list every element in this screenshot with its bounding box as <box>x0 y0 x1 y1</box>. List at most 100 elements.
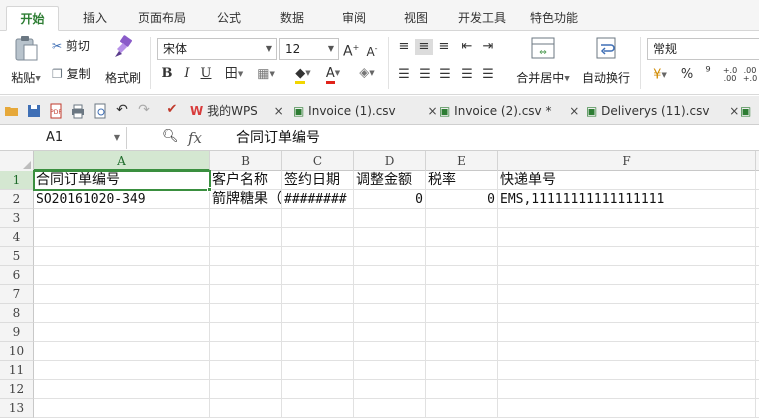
doc-tab-deliverys-11[interactable]: ▣ Deliverys (11).csv × <box>586 98 739 124</box>
column-header-d[interactable]: D <box>354 151 426 171</box>
row-header-9[interactable]: 9 <box>0 323 34 342</box>
column-header-f[interactable]: F <box>498 151 756 171</box>
decrease-font-size-icon[interactable]: A- <box>364 41 380 60</box>
cell-d2[interactable]: 0 <box>354 190 425 209</box>
tab-home[interactable]: 开始 <box>6 6 59 31</box>
close-icon[interactable]: × <box>427 104 437 118</box>
cell-f1[interactable]: 快递单号 <box>498 171 755 190</box>
increase-font-size-icon[interactable]: A+ <box>343 40 359 60</box>
row-header-8[interactable]: 8 <box>0 304 34 323</box>
row-header-6[interactable]: 6 <box>0 266 34 285</box>
tab-insert[interactable]: 插入 <box>70 6 120 31</box>
cell-c2[interactable]: ######## <box>282 190 353 209</box>
cell-c1[interactable]: 签约日期 <box>282 171 353 190</box>
wrap-text-button[interactable]: 自动换行 <box>580 35 632 86</box>
format-painter-button[interactable]: 格式刷 <box>102 35 144 86</box>
open-folder-icon[interactable] <box>4 103 20 119</box>
undo-icon[interactable]: ↶ <box>115 102 129 118</box>
row-header-7[interactable]: 7 <box>0 285 34 304</box>
redo-icon[interactable]: ↷ <box>137 102 151 118</box>
cell-d1[interactable]: 调整金额 <box>354 171 425 190</box>
increase-decimal-icon[interactable]: +.0 .00 <box>722 67 738 83</box>
row-header-13[interactable]: 13 <box>0 399 34 418</box>
cell-f2[interactable]: EMS,11111111111111111 <box>498 190 755 209</box>
export-pdf-icon[interactable]: PDF <box>48 103 64 119</box>
row-header-2[interactable]: 2 <box>0 190 34 209</box>
row-header-10[interactable]: 10 <box>0 342 34 361</box>
row-header-3[interactable]: 3 <box>0 209 34 228</box>
paste-button[interactable]: 粘贴▼ <box>6 35 46 86</box>
align-center-icon[interactable]: ☰ <box>417 67 433 83</box>
align-left-icon[interactable]: ☰ <box>396 67 412 83</box>
doc-tab-invoice-1[interactable]: ▣ Invoice (1).csv × <box>293 98 438 124</box>
tab-review[interactable]: 审阅 <box>330 6 378 31</box>
doc-tab-invoice-2[interactable]: ▣ Invoice (2).csv * × <box>439 98 579 124</box>
cell-e2[interactable]: 0 <box>426 190 497 209</box>
name-box[interactable]: A1 ▼ <box>0 127 127 149</box>
currency-icon[interactable]: ¥▼ <box>648 67 672 84</box>
chevron-down-icon: ▼ <box>113 133 120 142</box>
font-color-icon[interactable]: A▼ <box>320 65 346 84</box>
align-bottom-icon[interactable]: ≡ <box>436 39 452 55</box>
percent-icon[interactable]: % <box>680 67 694 83</box>
decrease-decimal-icon[interactable]: .00 +.0 <box>742 67 758 83</box>
select-all-corner[interactable] <box>0 151 34 171</box>
function-tools: 🔍︎ fx <box>158 127 218 149</box>
cell-b1[interactable]: 客户名称 <box>210 171 281 190</box>
tab-formulas[interactable]: 公式 <box>205 6 253 31</box>
fill-handle[interactable] <box>207 187 212 192</box>
decrease-indent-icon[interactable]: ⇤ <box>459 39 475 55</box>
gridline <box>34 227 759 228</box>
zoom-search-icon[interactable]: 🔍︎ <box>162 129 179 144</box>
print-icon[interactable] <box>70 103 86 119</box>
close-icon[interactable]: × <box>729 104 739 118</box>
align-top-icon[interactable]: ≡ <box>396 39 412 55</box>
formula-input[interactable]: 合同订单编号 <box>236 127 320 149</box>
bold-icon[interactable]: B <box>160 66 174 82</box>
number-format-select[interactable]: 常规 <box>647 38 759 60</box>
row-header-12[interactable]: 12 <box>0 380 34 399</box>
doc-tab-overflow[interactable]: ▣ <box>740 98 751 124</box>
fx-icon[interactable]: fx <box>188 129 202 147</box>
align-middle-icon[interactable]: ≡ <box>415 39 433 55</box>
column-header-e[interactable]: E <box>426 151 498 171</box>
gridline <box>34 398 759 399</box>
tab-view[interactable]: 视图 <box>392 6 440 31</box>
comma-style-icon[interactable]: ⁹ <box>702 65 714 81</box>
customize-toolbar-icon[interactable]: ✔ <box>165 102 179 118</box>
cell-a2[interactable]: SO20161020-349 <box>34 190 209 209</box>
tab-data[interactable]: 数据 <box>268 6 316 31</box>
close-icon[interactable]: × <box>569 104 579 118</box>
close-icon[interactable]: × <box>274 104 284 118</box>
cell-b2[interactable]: 箭牌糖果（ <box>210 190 281 209</box>
underline-icon[interactable]: U <box>199 66 213 82</box>
font-size-select[interactable]: 12 ▼ <box>279 38 339 60</box>
row-header-5[interactable]: 5 <box>0 247 34 266</box>
column-header-c[interactable]: C <box>282 151 354 171</box>
print-preview-icon[interactable] <box>92 103 108 119</box>
fill-pattern-icon[interactable]: ▦▼ <box>253 66 279 83</box>
column-header-b[interactable]: B <box>210 151 282 171</box>
borders-icon[interactable]: 田▼ <box>222 66 246 83</box>
font-name-select[interactable]: 宋体 ▼ <box>157 38 277 60</box>
distribute-icon[interactable]: ☰ <box>480 67 496 83</box>
save-icon[interactable] <box>26 103 42 119</box>
increase-indent-icon[interactable]: ⇥ <box>480 39 496 55</box>
merge-center-button[interactable]: ⇔ 合并居中▼ <box>510 35 576 86</box>
tab-developer[interactable]: 开发工具 <box>450 6 514 31</box>
tab-special-features[interactable]: 特色功能 <box>522 6 586 31</box>
clear-format-icon[interactable]: ◈▼ <box>355 65 379 82</box>
align-right-icon[interactable]: ☰ <box>437 67 453 83</box>
doc-tab-my-wps[interactable]: W 我的WPS × <box>190 98 284 124</box>
cut-button[interactable]: ✂ 剪切 <box>52 37 90 55</box>
cell-e1[interactable]: 税率 <box>426 171 497 190</box>
row-header-11[interactable]: 11 <box>0 361 34 380</box>
italic-icon[interactable]: I <box>180 66 194 82</box>
tab-page-layout[interactable]: 页面布局 <box>128 6 196 31</box>
justify-icon[interactable]: ☰ <box>459 67 475 83</box>
column-header-a[interactable]: A <box>34 151 210 171</box>
copy-button[interactable]: ❐ 复制 <box>52 65 91 83</box>
row-header-4[interactable]: 4 <box>0 228 34 247</box>
fill-color-icon[interactable]: ◆▼ <box>288 65 318 84</box>
row-header-1[interactable]: 1 <box>0 171 34 190</box>
